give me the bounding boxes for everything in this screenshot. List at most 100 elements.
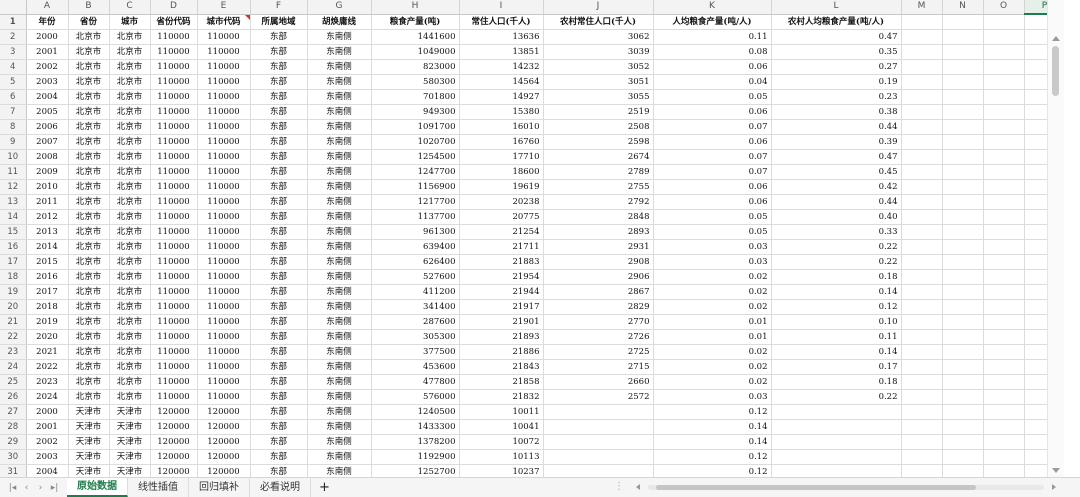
cell-e23[interactable]: 110000	[197, 344, 251, 360]
cell-g31[interactable]: 东南侧	[307, 464, 372, 477]
cell-l2[interactable]: 0.47	[771, 29, 902, 45]
cell-a8[interactable]: 2006	[26, 119, 69, 135]
cell-d13[interactable]: 110000	[150, 194, 198, 210]
cell-m29[interactable]	[901, 434, 943, 450]
cell-g7[interactable]: 东南侧	[307, 104, 372, 120]
cell-g6[interactable]: 东南侧	[307, 89, 372, 105]
cell-k9[interactable]: 0.06	[653, 134, 772, 150]
row-header[interactable]: 14	[0, 209, 27, 225]
cell-b3[interactable]: 北京市	[68, 44, 110, 60]
cell-o18[interactable]	[983, 269, 1025, 285]
cell-f22[interactable]: 东部	[250, 329, 308, 345]
cell-d30[interactable]: 120000	[150, 449, 198, 465]
cell-g11[interactable]: 东南侧	[307, 164, 372, 180]
cell-c23[interactable]: 北京市	[109, 344, 151, 360]
cell-d29[interactable]: 120000	[150, 434, 198, 450]
cell-a5[interactable]: 2003	[26, 74, 69, 90]
cell-l6[interactable]: 0.23	[771, 89, 902, 105]
cell-a14[interactable]: 2012	[26, 209, 69, 225]
cell-a15[interactable]: 2013	[26, 224, 69, 240]
cell-n9[interactable]	[942, 134, 984, 150]
cell-l4[interactable]: 0.27	[771, 59, 902, 75]
cell-n17[interactable]	[942, 254, 984, 270]
cell-d17[interactable]: 110000	[150, 254, 198, 270]
cell-h6[interactable]: 701800	[371, 89, 460, 105]
cell-d6[interactable]: 110000	[150, 89, 198, 105]
cell-c21[interactable]: 北京市	[109, 314, 151, 330]
cell-f19[interactable]: 东部	[250, 284, 308, 300]
cell-h26[interactable]: 576000	[371, 389, 460, 405]
cell-l30[interactable]	[771, 449, 902, 465]
cell-f6[interactable]: 东部	[250, 89, 308, 105]
cell-o22[interactable]	[983, 329, 1025, 345]
cell-m4[interactable]	[901, 59, 943, 75]
cell-d11[interactable]: 110000	[150, 164, 198, 180]
cell-f24[interactable]: 东部	[250, 359, 308, 375]
cell-b11[interactable]: 北京市	[68, 164, 110, 180]
cell-b29[interactable]: 天津市	[68, 434, 110, 450]
cell-o10[interactable]	[983, 149, 1025, 165]
cell-o7[interactable]	[983, 104, 1025, 120]
cell-f26[interactable]: 东部	[250, 389, 308, 405]
cell-m17[interactable]	[901, 254, 943, 270]
cell-g18[interactable]: 东南侧	[307, 269, 372, 285]
cell-j3[interactable]: 3039	[543, 44, 654, 60]
cell-m21[interactable]	[901, 314, 943, 330]
next-sheet-icon[interactable]: ›	[34, 483, 47, 493]
prev-sheet-icon[interactable]: ‹	[20, 483, 33, 493]
cell-k4[interactable]: 0.06	[653, 59, 772, 75]
cell-o6[interactable]	[983, 89, 1025, 105]
cell-h4[interactable]: 823000	[371, 59, 460, 75]
cell-e10[interactable]: 110000	[197, 149, 251, 165]
cell-m13[interactable]	[901, 194, 943, 210]
cell-b27[interactable]: 天津市	[68, 404, 110, 420]
cell-e31[interactable]: 120000	[197, 464, 251, 477]
row-header[interactable]: 12	[0, 179, 27, 195]
cell-k20[interactable]: 0.02	[653, 299, 772, 315]
tab-bar-splitter-icon[interactable]: ⋮	[614, 481, 624, 492]
spreadsheet-grid[interactable]: ABCDEFGHIJKLMNOP 1 年份 省份 城市 省份代码 城市代码 所属地域 胡焕庸线…	[0, 0, 1064, 477]
cell-n24[interactable]	[942, 359, 984, 375]
cell-i17[interactable]: 21883	[459, 254, 544, 270]
cell-m14[interactable]	[901, 209, 943, 225]
cell-i1[interactable]: 常住人口(千人)	[459, 14, 544, 30]
cell-m3[interactable]	[901, 44, 943, 60]
cell-m10[interactable]	[901, 149, 943, 165]
cell-o27[interactable]	[983, 404, 1025, 420]
cell-h31[interactable]: 1252700	[371, 464, 460, 477]
cell-j16[interactable]: 2931	[543, 239, 654, 255]
cell-table[interactable]: ABCDEFGHIJKLMNOP 1 年份 省份 城市 省份代码 城市代码 所属地域 胡焕庸线…	[0, 0, 1064, 477]
cell-l9[interactable]: 0.39	[771, 134, 902, 150]
cell-a29[interactable]: 2002	[26, 434, 69, 450]
cell-f27[interactable]: 东部	[250, 404, 308, 420]
cell-e30[interactable]: 120000	[197, 449, 251, 465]
row-header[interactable]: 25	[0, 374, 27, 390]
cell-e6[interactable]: 110000	[197, 89, 251, 105]
cell-e18[interactable]: 110000	[197, 269, 251, 285]
cell-n8[interactable]	[942, 119, 984, 135]
cell-f21[interactable]: 东部	[250, 314, 308, 330]
cell-e4[interactable]: 110000	[197, 59, 251, 75]
cell-n22[interactable]	[942, 329, 984, 345]
cell-e11[interactable]: 110000	[197, 164, 251, 180]
vertical-scrollbar[interactable]	[1047, 0, 1064, 477]
column-header-e[interactable]: E	[197, 0, 251, 15]
cell-a28[interactable]: 2001	[26, 419, 69, 435]
cell-c11[interactable]: 北京市	[109, 164, 151, 180]
row-header[interactable]: 6	[0, 89, 27, 105]
cell-j15[interactable]: 2893	[543, 224, 654, 240]
cell-b8[interactable]: 北京市	[68, 119, 110, 135]
cell-g3[interactable]: 东南侧	[307, 44, 372, 60]
cell-e26[interactable]: 110000	[197, 389, 251, 405]
cell-b17[interactable]: 北京市	[68, 254, 110, 270]
cell-a27[interactable]: 2000	[26, 404, 69, 420]
row-header[interactable]: 28	[0, 419, 27, 435]
cell-b14[interactable]: 北京市	[68, 209, 110, 225]
cell-d8[interactable]: 110000	[150, 119, 198, 135]
cell-f1[interactable]: 所属地域	[250, 14, 308, 30]
cell-j7[interactable]: 2519	[543, 104, 654, 120]
cell-j22[interactable]: 2726	[543, 329, 654, 345]
cell-e2[interactable]: 110000	[197, 29, 251, 45]
cell-l19[interactable]: 0.14	[771, 284, 902, 300]
cell-i29[interactable]: 10072	[459, 434, 544, 450]
